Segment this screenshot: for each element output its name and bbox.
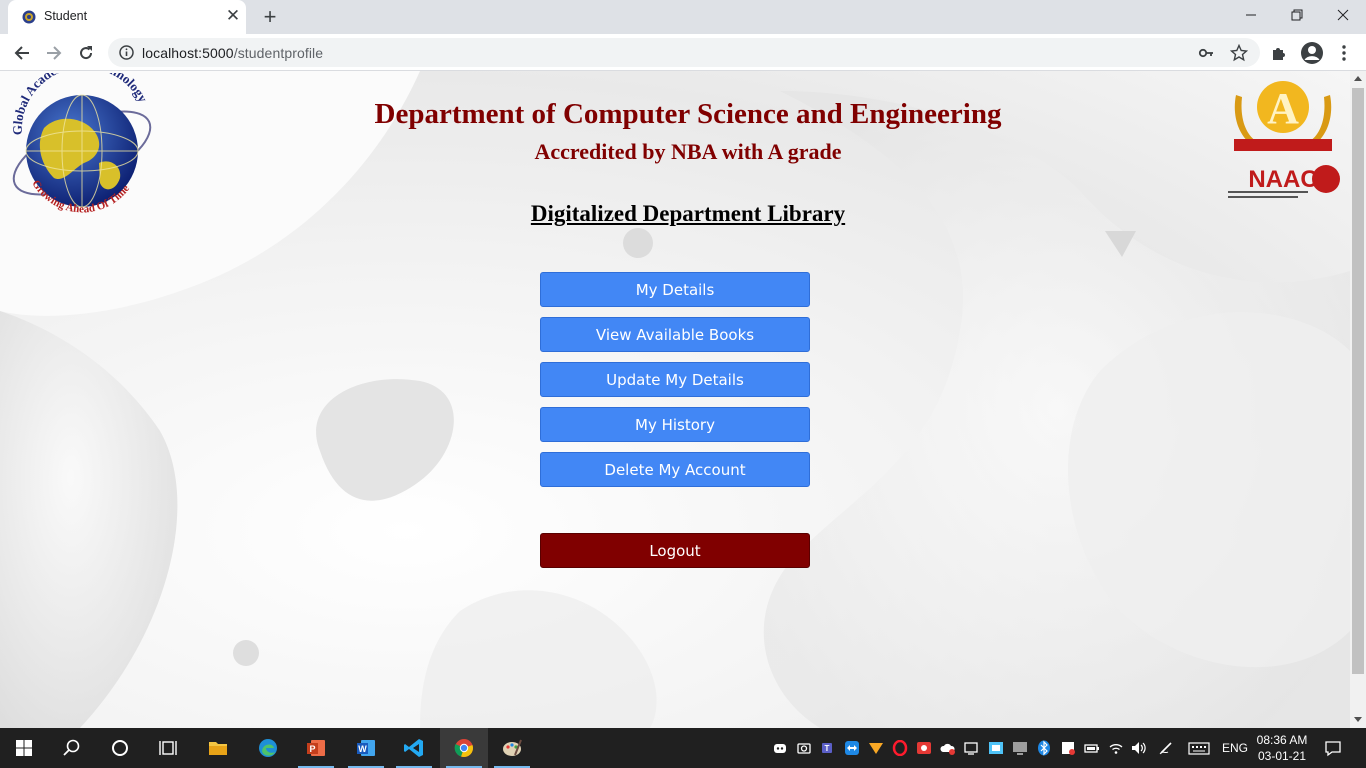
taskbar-word[interactable]: W <box>342 728 390 768</box>
back-arrow-icon <box>14 46 29 60</box>
close-window-button[interactable] <box>1320 0 1366 30</box>
back-button[interactable] <box>8 39 36 67</box>
taskbar-file-explorer[interactable] <box>194 728 242 768</box>
opera-icon[interactable] <box>892 740 908 756</box>
vertical-scrollbar[interactable] <box>1350 71 1366 728</box>
profile-avatar-icon[interactable] <box>1300 41 1324 65</box>
task-view-button[interactable] <box>144 728 192 768</box>
browser-tab[interactable]: Student ✕ <box>8 0 246 34</box>
site-info-icon[interactable] <box>119 45 134 60</box>
teams-icon[interactable]: T <box>820 740 836 756</box>
naac-logo-name: NAAC <box>1248 166 1317 193</box>
forward-arrow-icon <box>47 46 62 60</box>
accreditation-subtitle: Accredited by NBA with A grade <box>534 139 842 164</box>
teamviewer-icon[interactable] <box>844 740 860 756</box>
new-tab-button[interactable]: + <box>258 5 282 29</box>
scroll-down-icon[interactable] <box>1354 717 1362 722</box>
logout-button[interactable]: Logout <box>540 533 810 568</box>
tab-strip: Student ✕ + <box>0 0 1366 34</box>
edge-icon <box>259 739 277 757</box>
windows-taskbar: P W T ENG 08:36 AM 03-01-21 <box>0 728 1366 768</box>
cloud-sync-icon[interactable] <box>940 740 956 756</box>
cortana-circle-icon <box>112 740 128 756</box>
language-indicator[interactable]: ENG <box>1222 741 1248 755</box>
forward-button[interactable] <box>40 39 68 67</box>
taskbar-powerpoint[interactable]: P <box>292 728 340 768</box>
scroll-up-icon[interactable] <box>1354 76 1362 81</box>
reload-button[interactable] <box>72 39 100 67</box>
background-shapes <box>0 71 1350 728</box>
screen-capture-icon[interactable] <box>988 740 1004 756</box>
touch-keyboard-icon[interactable] <box>1188 740 1210 756</box>
svg-text:P: P <box>309 744 315 754</box>
favicon-icon <box>22 10 36 24</box>
battery-icon[interactable] <box>1084 740 1100 756</box>
task-view-icon <box>159 741 177 755</box>
restore-button[interactable] <box>1274 0 1320 30</box>
close-icon <box>1337 9 1349 21</box>
windows-logo-icon <box>16 740 32 756</box>
menu-kebab-icon[interactable] <box>1338 44 1350 62</box>
minimize-button[interactable] <box>1228 0 1274 30</box>
record-icon[interactable] <box>916 740 932 756</box>
browser-toolbar: localhost:5000/studentprofile <box>0 34 1366 71</box>
update-my-details-button[interactable]: Update My Details <box>540 362 810 397</box>
svg-text:T: T <box>825 744 830 753</box>
clock-time: 08:36 AM <box>1256 733 1308 747</box>
bluetooth-icon[interactable] <box>1036 740 1052 756</box>
view-available-books-button[interactable]: View Available Books <box>540 317 810 352</box>
delete-my-account-button[interactable]: Delete My Account <box>540 452 810 487</box>
department-title: Department of Computer Science and Engin… <box>374 98 1002 130</box>
camera-icon[interactable] <box>796 740 812 756</box>
cortana-button[interactable] <box>96 728 144 768</box>
notifications-icon[interactable] <box>1324 739 1342 757</box>
library-title: Digitalized Department Library <box>530 201 846 226</box>
minimize-icon <box>1246 14 1256 16</box>
taskbar-chrome[interactable] <box>440 728 488 768</box>
url-text: localhost:5000/studentprofile <box>142 45 324 61</box>
monitor-icon[interactable] <box>1012 740 1028 756</box>
scroll-thumb[interactable] <box>1352 88 1364 674</box>
reload-icon <box>80 46 93 60</box>
restore-icon <box>1291 9 1303 21</box>
address-bar[interactable]: localhost:5000/studentprofile <box>108 38 1260 67</box>
vscode-icon <box>404 739 423 757</box>
pen-icon[interactable] <box>1158 740 1174 756</box>
discord-icon[interactable] <box>772 740 788 756</box>
wifi-icon[interactable] <box>1108 740 1124 756</box>
powerpoint-icon: P <box>307 740 325 756</box>
volume-icon[interactable] <box>1130 740 1146 756</box>
winamp-icon[interactable] <box>868 740 884 756</box>
taskbar-vscode[interactable] <box>390 728 438 768</box>
my-details-button[interactable]: My Details <box>540 272 810 307</box>
paint-palette-icon <box>503 739 522 756</box>
security-icon[interactable] <box>1060 740 1076 756</box>
taskbar-edge[interactable] <box>244 728 292 768</box>
close-tab-icon[interactable]: ✕ <box>224 7 242 25</box>
display-settings-icon[interactable] <box>964 740 980 756</box>
svg-text:W: W <box>358 744 367 754</box>
my-history-button[interactable]: My History <box>540 407 810 442</box>
page-content: Global Academy of Technology Growing Ahe… <box>0 71 1350 728</box>
chrome-icon <box>454 739 474 758</box>
word-icon: W <box>357 740 375 756</box>
extensions-puzzle-icon[interactable] <box>1270 44 1288 62</box>
clock[interactable]: 08:36 AM 03-01-21 <box>1252 732 1312 764</box>
search-button[interactable] <box>48 728 96 768</box>
key-icon[interactable] <box>1198 44 1216 62</box>
start-button[interactable] <box>0 728 48 768</box>
clock-date: 03-01-21 <box>1257 749 1307 763</box>
search-icon <box>63 739 80 756</box>
bookmark-star-icon[interactable] <box>1230 44 1248 62</box>
tab-title: Student <box>44 9 88 23</box>
folder-icon <box>209 742 227 755</box>
taskbar-paint[interactable] <box>488 728 536 768</box>
